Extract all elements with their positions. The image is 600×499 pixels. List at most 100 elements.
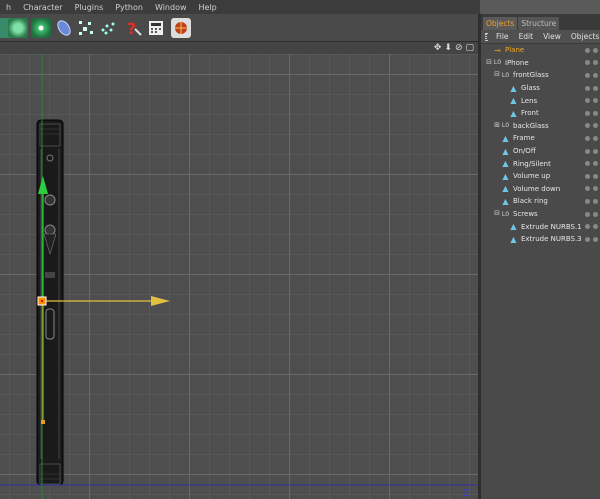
tree-row[interactable]: ⊟ L0 iPhone (481, 57, 600, 70)
tree-row[interactable]: ▲ Frame (481, 132, 600, 145)
move-view-icon[interactable]: ✥ (434, 42, 442, 54)
visibility-dot-icon[interactable] (593, 123, 598, 129)
visibility-dot-icon[interactable] (585, 123, 590, 129)
menu-item-plugins[interactable]: Plugins (69, 3, 110, 12)
visibility-dot-icon[interactable] (593, 161, 598, 167)
help-question-icon[interactable]: ? (124, 18, 144, 38)
visibility-dot-icon[interactable] (585, 110, 590, 116)
expand-toggle-icon[interactable]: ⊟ (493, 71, 501, 79)
visibility-dot-icon[interactable] (585, 72, 590, 78)
visibility-dot-icon[interactable] (585, 198, 590, 204)
x-axis-arrow-icon[interactable] (151, 296, 170, 306)
visibility-dot-icon[interactable] (585, 135, 590, 141)
expand-toggle-icon[interactable]: ⊞ (493, 121, 501, 130)
tree-row[interactable]: ▲ Extrude NURBS.1 (481, 220, 600, 233)
visibility-dot-icon[interactable] (593, 85, 598, 91)
render-sphere-icon[interactable] (171, 18, 191, 38)
visibility-dot-icon[interactable] (585, 211, 590, 217)
gear-green-icon[interactable] (31, 18, 51, 38)
menu-item-character[interactable]: Character (17, 3, 69, 12)
visibility-dot-icon[interactable] (593, 173, 598, 179)
tree-row[interactable]: ⊸ Plane (481, 44, 600, 57)
visibility-toggles[interactable] (585, 211, 598, 217)
visibility-dot-icon[interactable] (585, 173, 590, 179)
menu-item-python[interactable]: Python (109, 3, 149, 12)
visibility-dot-icon[interactable] (593, 186, 598, 192)
tree-row[interactable]: ▲ Glass (481, 82, 600, 95)
visibility-toggles[interactable] (585, 173, 598, 179)
menu-objects[interactable]: Objects (566, 32, 600, 41)
visibility-dot-icon[interactable] (585, 85, 590, 91)
menu-item-h[interactable]: h (0, 3, 17, 12)
visibility-toggles[interactable] (585, 148, 598, 154)
visibility-toggles[interactable] (585, 236, 598, 242)
visibility-toggles[interactable] (585, 224, 598, 230)
tab-structure[interactable]: Structure (518, 17, 560, 30)
visibility-dot-icon[interactable] (593, 224, 598, 230)
visibility-dot-icon[interactable] (593, 47, 598, 53)
tree-row[interactable]: ▲ Extrude NURBS.3 (481, 233, 600, 246)
gear-flower-icon[interactable] (8, 18, 28, 38)
visibility-toggles[interactable] (585, 135, 598, 141)
zoom-view-icon[interactable]: ⬇ (444, 42, 452, 54)
expand-toggle-icon[interactable]: ⊟ (485, 58, 493, 67)
maximize-view-icon[interactable]: ▢ (465, 42, 474, 54)
visibility-dot-icon[interactable] (585, 161, 590, 167)
particles-icon[interactable] (98, 18, 118, 38)
menu-item-help[interactable]: Help (193, 3, 223, 12)
menu-edit[interactable]: Edit (514, 32, 539, 41)
visibility-dot-icon[interactable] (593, 72, 598, 78)
visibility-dot-icon[interactable] (585, 148, 590, 154)
menu-item-window[interactable]: Window (149, 3, 193, 12)
visibility-dot-icon[interactable] (585, 47, 590, 53)
tree-row[interactable]: ▲ Volume down (481, 183, 600, 196)
visibility-toggles[interactable] (585, 161, 598, 167)
visibility-toggles[interactable] (585, 47, 598, 53)
visibility-dot-icon[interactable] (593, 211, 598, 217)
visibility-dot-icon[interactable] (585, 60, 590, 66)
visibility-dot-icon[interactable] (593, 236, 598, 242)
tree-row[interactable]: ▲ Black ring (481, 195, 600, 208)
visibility-toggles[interactable] (585, 186, 598, 192)
tree-row[interactable]: ▲ Ring/Silent (481, 157, 600, 170)
expand-toggle-icon[interactable]: ⊟ (493, 210, 501, 218)
visibility-dot-icon[interactable] (593, 198, 598, 204)
tree-row[interactable]: ⊟ L0 frontGlass (481, 69, 600, 82)
visibility-dot-icon[interactable] (593, 135, 598, 141)
tree-row[interactable]: ▲ On/Off (481, 145, 600, 158)
visibility-toggles[interactable] (585, 123, 598, 129)
visibility-dot-icon[interactable] (585, 98, 590, 104)
tree-row[interactable]: ▲ Front (481, 107, 600, 120)
visibility-dot-icon[interactable] (593, 110, 598, 116)
visibility-dot-icon[interactable] (593, 148, 598, 154)
menu-view[interactable]: View (538, 32, 566, 41)
visibility-dot-icon[interactable] (593, 98, 598, 104)
3d-viewport[interactable]: Z (0, 54, 478, 499)
panel-grid-icon[interactable] (485, 32, 487, 41)
tab-objects[interactable]: Objects (483, 17, 518, 30)
calculator-icon[interactable] (146, 18, 166, 38)
visibility-toggles[interactable] (585, 85, 598, 91)
tree-row[interactable]: ⊞ L0 backGlass (481, 120, 600, 133)
polygon-object-icon: ▲ (510, 96, 517, 106)
visibility-dot-icon[interactable] (585, 186, 590, 192)
visibility-toggles[interactable] (585, 110, 598, 116)
tree-row-label: frontGlass (513, 71, 549, 80)
z-axis-endpoint[interactable] (41, 420, 45, 424)
rotate-view-icon[interactable]: ⊘ (455, 42, 463, 54)
tree-row[interactable]: ▲ Lens (481, 94, 600, 107)
visibility-toggles[interactable] (585, 198, 598, 204)
visibility-dot-icon[interactable] (585, 236, 590, 242)
scatter-icon[interactable] (76, 18, 96, 38)
visibility-toggles[interactable] (585, 98, 598, 104)
visibility-dot-icon[interactable] (593, 60, 598, 66)
visibility-toggles[interactable] (585, 72, 598, 78)
null-object-icon: L0 (501, 210, 510, 218)
tree-row[interactable]: ⊟ L0 Screws (481, 208, 600, 221)
visibility-toggles[interactable] (585, 60, 598, 66)
tree-row[interactable]: ▲ Volume up (481, 170, 600, 183)
menu-file[interactable]: File (491, 32, 514, 41)
capsule-icon[interactable] (54, 18, 74, 38)
visibility-dot-icon[interactable] (585, 224, 590, 230)
